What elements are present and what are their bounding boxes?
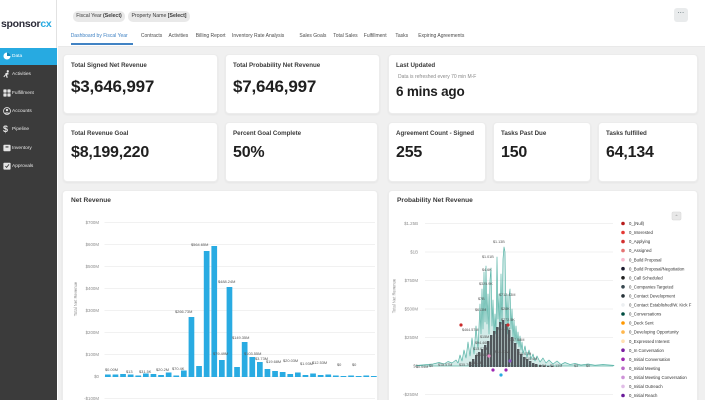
svg-text:0_Assigned: 0_Assigned	[629, 248, 652, 253]
svg-text:0_Initial Conversation: 0_Initial Conversation	[629, 357, 671, 362]
svg-text:$15.3M: $15.3M	[498, 327, 510, 331]
svg-text:0_Interested: 0_Interested	[629, 230, 653, 235]
svg-text:$464.57M: $464.57M	[462, 328, 478, 332]
svg-text:$1.25B: $1.25B	[404, 221, 418, 226]
svg-text:$300M: $300M	[86, 308, 100, 313]
svg-text:$700M: $700M	[86, 220, 100, 225]
svg-text:0_Companies Targeted: 0_Companies Targeted	[629, 284, 674, 289]
svg-text:$4.6K: $4.6K	[482, 268, 492, 272]
svg-text:$147.58M: $147.58M	[508, 338, 524, 342]
svg-text:0_In Conversation: 0_In Conversation	[629, 348, 664, 353]
svg-text:$6.04M: $6.04M	[534, 364, 546, 368]
svg-text:0_Contact Development: 0_Contact Development	[629, 294, 676, 299]
svg-text:$1B: $1B	[410, 250, 418, 255]
svg-text:$7B: $7B	[478, 297, 485, 301]
svg-text:$28K: $28K	[501, 307, 510, 311]
svg-text:0_Initial Meeting Conversation: 0_Initial Meeting Conversation	[629, 375, 687, 380]
svg-text:$3: $3	[574, 364, 578, 368]
svg-text:$250M: $250M	[405, 335, 419, 340]
svg-text:$79.49M: $79.49M	[213, 351, 228, 356]
svg-text:$152.7K: $152.7K	[469, 361, 483, 365]
svg-text:$70.4K: $70.4K	[172, 366, 185, 371]
svg-text:$712.43M: $712.43M	[499, 293, 515, 297]
svg-text:$0.04M: $0.04M	[416, 365, 428, 369]
svg-text:$13.07M: $13.07M	[473, 347, 487, 351]
svg-text:$600M: $600M	[86, 242, 100, 247]
svg-text:-$250M: -$250M	[403, 392, 418, 397]
svg-text:$400M: $400M	[86, 286, 100, 291]
svg-text:$488.24M: $488.24M	[218, 279, 235, 284]
svg-text:⌃: ⌃	[675, 214, 679, 219]
svg-text:$0: $0	[352, 362, 357, 367]
svg-text:$10.07M: $10.07M	[517, 352, 531, 356]
svg-text:$1.01B: $1.01B	[482, 255, 494, 259]
svg-text:$13: $13	[126, 369, 133, 374]
svg-text:$19.68M: $19.68M	[266, 359, 281, 364]
svg-text:$16.81M: $16.81M	[495, 350, 509, 354]
svg-text:0_Initial Meeting: 0_Initial Meeting	[629, 366, 661, 371]
svg-text:$15.4M: $15.4M	[525, 357, 537, 361]
svg-text:$0: $0	[586, 364, 590, 368]
svg-text:0_Conversations: 0_Conversations	[629, 312, 661, 317]
svg-text:0_Build Proposal: 0_Build Proposal	[629, 257, 662, 262]
svg-text:Total Net Revenue: Total Net Revenue	[392, 278, 397, 313]
svg-text:0_Expressed Interest: 0_Expressed Interest	[629, 339, 670, 344]
svg-text:$12.53M: $12.53M	[312, 360, 327, 365]
svg-text:$772.5K: $772.5K	[501, 318, 515, 322]
svg-text:$200M: $200M	[86, 330, 100, 335]
svg-text:$500M: $500M	[405, 307, 419, 312]
svg-text:Total Net Revenue: Total Net Revenue	[73, 281, 78, 316]
svg-text:0_Initial Outreach: 0_Initial Outreach	[629, 384, 663, 389]
svg-text:-$100M: -$100M	[84, 396, 99, 400]
svg-text:0_Deck Sent: 0_Deck Sent	[629, 321, 654, 326]
svg-text:0_Applying: 0_Applying	[629, 239, 651, 244]
svg-text:$266.73M: $266.73M	[175, 309, 192, 314]
svg-text:$20.03M: $20.03M	[283, 358, 298, 363]
svg-text:$613M: $613M	[475, 308, 486, 312]
svg-text:0_Developing Opportunity: 0_Developing Opportunity	[629, 330, 680, 335]
svg-text:$0: $0	[429, 364, 433, 368]
svg-text:$149.35M: $149.35M	[232, 335, 249, 340]
svg-text:$750M: $750M	[405, 278, 419, 283]
svg-text:$564.65M: $564.65M	[191, 242, 208, 247]
svg-text:0_Initial Reach: 0_Initial Reach	[629, 393, 658, 398]
svg-text:$94.46M: $94.46M	[475, 341, 489, 345]
svg-text:$1.13M: $1.13M	[550, 364, 562, 368]
svg-text:0_(Null): 0_(Null)	[629, 221, 645, 226]
svg-text:$325.9K: $325.9K	[479, 282, 493, 286]
svg-text:$0: $0	[94, 374, 99, 379]
svg-text:$18.57M: $18.57M	[438, 363, 452, 367]
svg-text:$15M: $15M	[480, 335, 489, 339]
svg-text:$0.00M: $0.00M	[105, 367, 118, 372]
svg-text:$0: $0	[337, 362, 342, 367]
svg-text:$100M: $100M	[86, 352, 100, 357]
svg-text:0_Contact Established/W. Kick: 0_Contact Established/W. Kick F	[629, 303, 692, 308]
svg-text:0_Call Scheduled: 0_Call Scheduled	[629, 275, 663, 280]
svg-text:$31.5K: $31.5K	[139, 369, 152, 374]
svg-text:$500M: $500M	[86, 264, 100, 269]
svg-text:0_Build Proposal/Negotiation: 0_Build Proposal/Negotiation	[629, 266, 685, 271]
svg-text:$1.13B: $1.13B	[493, 240, 505, 244]
svg-text:$20.2M: $20.2M	[156, 367, 169, 372]
